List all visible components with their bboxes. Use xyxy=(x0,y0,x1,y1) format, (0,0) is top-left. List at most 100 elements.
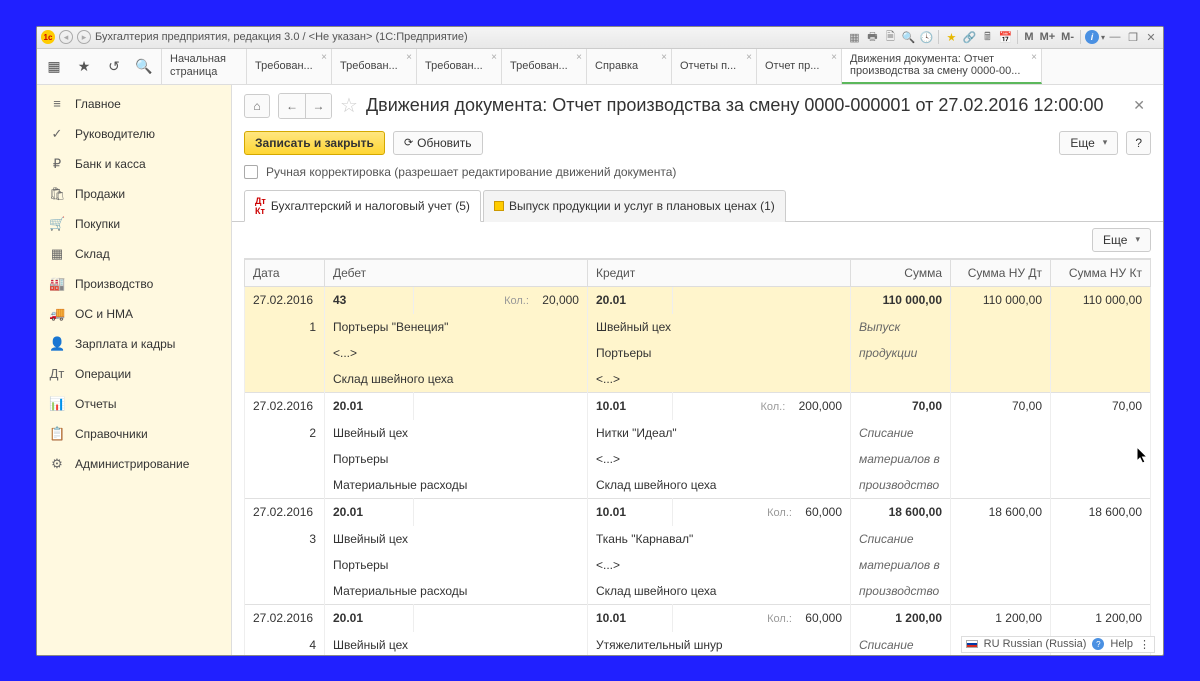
minimize-icon[interactable]: — xyxy=(1107,29,1123,45)
sidebar-label: Справочники xyxy=(75,427,148,441)
top-tab[interactable]: Справка× xyxy=(587,49,672,84)
nav-back-icon[interactable]: ◂ xyxy=(59,30,73,44)
sidebar-item[interactable]: 🛍Продажи xyxy=(37,179,231,209)
table-row[interactable]: 27.02.201620.0110.01Кол.: 200,00070,0070… xyxy=(245,392,1151,420)
table-row[interactable]: Материальные расходыСклад швейного цехап… xyxy=(245,578,1151,605)
tb-link-icon[interactable]: 🔗 xyxy=(961,29,977,45)
search-icon[interactable]: 🔍 xyxy=(135,57,153,75)
tb-calc-icon[interactable]: 🖩 xyxy=(979,29,995,45)
favorite-icon[interactable]: ★ xyxy=(75,57,93,75)
sidebar-item[interactable]: ДтОперации xyxy=(37,359,231,389)
close-window-icon[interactable]: ✕ xyxy=(1143,29,1159,45)
home-button[interactable]: ⌂ xyxy=(244,94,270,118)
info-dropdown-icon[interactable]: ▾ xyxy=(1101,33,1105,42)
nav-fwd-icon[interactable]: ▸ xyxy=(77,30,91,44)
sidebar-item[interactable]: ≡Главное xyxy=(37,89,231,119)
help-button[interactable]: ? xyxy=(1126,131,1151,155)
top-tab[interactable]: Требован...× xyxy=(502,49,587,84)
page-close-icon[interactable]: ✕ xyxy=(1127,97,1151,114)
table-row[interactable]: 27.02.201620.0110.01Кол.: 60,00018 600,0… xyxy=(245,498,1151,526)
tab-accounting[interactable]: ДтКт Бухгалтерский и налоговый учет (5) xyxy=(244,190,481,222)
sidebar-item[interactable]: 📋 Справочники xyxy=(37,419,231,449)
tab-label: Требован... xyxy=(425,60,493,73)
table-row[interactable]: 1Портьеры "Венеция"Швейный цехВыпуск xyxy=(245,314,1151,340)
sidebar-item[interactable]: 📊Отчеты xyxy=(37,389,231,419)
col-date[interactable]: Дата xyxy=(245,259,325,286)
top-tab[interactable]: Начальнаястраница xyxy=(162,49,247,84)
sidebar-item[interactable]: ⚙Администрирование xyxy=(37,449,231,479)
sidebar-item[interactable]: ▦Склад xyxy=(37,239,231,269)
top-tab[interactable]: Требован...× xyxy=(332,49,417,84)
tab-close-icon[interactable]: × xyxy=(576,52,582,63)
favorite-star-icon[interactable]: ☆ xyxy=(340,93,358,118)
tb-mminus[interactable]: M- xyxy=(1059,31,1076,43)
tb-search-icon[interactable]: 🔍 xyxy=(900,29,916,45)
manual-edit-checkbox[interactable] xyxy=(244,165,258,179)
tb-m[interactable]: M xyxy=(1022,31,1035,43)
tab-close-icon[interactable]: × xyxy=(491,52,497,63)
sidebar-item[interactable]: 🏭Производство xyxy=(37,269,231,299)
table-row[interactable]: 2Швейный цехНитки "Идеал"Списание xyxy=(245,420,1151,446)
sidebar-label: Продажи xyxy=(75,187,125,201)
manual-edit-row: Ручная корректировка (разрешает редактир… xyxy=(232,159,1163,185)
apps-icon[interactable]: ▦ xyxy=(45,57,63,75)
table-row[interactable]: <...>Портьерыпродукции xyxy=(245,340,1151,366)
tab-output[interactable]: Выпуск продукции и услуг в плановых цена… xyxy=(483,190,786,222)
sidebar-icon: 📋 xyxy=(49,426,65,442)
tab-close-icon[interactable]: × xyxy=(661,52,667,63)
sidebar-item[interactable]: ✓Руководителю xyxy=(37,119,231,149)
table-row[interactable]: Портьеры<...>материалов в xyxy=(245,552,1151,578)
tab-close-icon[interactable]: × xyxy=(406,52,412,63)
table-row[interactable]: 3Швейный цехТкань "Карнавал"Списание xyxy=(245,526,1151,552)
sidebar-item[interactable]: ₽Банк и касса xyxy=(37,149,231,179)
sidebar-icon: ✓ xyxy=(49,126,65,142)
tab-label: Отчет пр... xyxy=(765,60,833,73)
tb-mplus[interactable]: M+ xyxy=(1038,31,1058,43)
sidebar-item[interactable]: 🛒Покупки xyxy=(37,209,231,239)
tb-star-icon[interactable]: ★ xyxy=(943,29,959,45)
tab-close-icon[interactable]: × xyxy=(831,52,837,63)
tb-cal-icon[interactable]: 📅 xyxy=(997,29,1013,45)
tab-close-icon[interactable]: × xyxy=(321,52,327,63)
save-close-button[interactable]: Записать и закрыть xyxy=(244,131,385,155)
col-sum[interactable]: Сумма xyxy=(851,259,951,286)
tab-close-icon[interactable]: × xyxy=(746,52,752,63)
col-debit[interactable]: Дебет xyxy=(325,259,588,286)
tab-label: Движения документа: Отчет xyxy=(850,53,1033,66)
grid-more-button[interactable]: Еще xyxy=(1092,228,1151,252)
top-tab[interactable]: Требован...× xyxy=(417,49,502,84)
top-tab[interactable]: Требован...× xyxy=(247,49,332,84)
col-credit[interactable]: Кредит xyxy=(587,259,850,286)
info-icon[interactable]: i xyxy=(1085,30,1099,44)
table-row[interactable]: Склад швейного цеха<...> xyxy=(245,366,1151,393)
grid-scroll[interactable]: Дата Дебет Кредит Сумма Сумма НУ Дт Сумм… xyxy=(244,258,1151,655)
table-row[interactable]: Портьеры<...>материалов в xyxy=(245,446,1151,472)
top-tab[interactable]: Отчет пр...× xyxy=(757,49,842,84)
top-tab[interactable]: Движения документа: Отчетпроизводства за… xyxy=(842,49,1042,84)
table-row[interactable]: 27.02.201643Кол.: 20,00020.01110 000,001… xyxy=(245,286,1151,314)
table-row[interactable]: 27.02.201620.0110.01Кол.: 60,0001 200,00… xyxy=(245,604,1151,632)
refresh-button[interactable]: ⟳ Обновить xyxy=(393,131,483,155)
col-nukt[interactable]: Сумма НУ Кт xyxy=(1051,259,1151,286)
sidebar-item[interactable]: 👤Зарплата и кадры xyxy=(37,329,231,359)
table-row[interactable]: Материальные расходыСклад швейного цехап… xyxy=(245,472,1151,499)
forward-button[interactable]: → xyxy=(305,94,331,118)
back-button[interactable]: ← xyxy=(279,94,305,118)
tb-grid-icon[interactable]: ▦ xyxy=(846,29,862,45)
lang-label[interactable]: RU Russian (Russia) xyxy=(984,638,1087,650)
status-help-icon[interactable]: ? xyxy=(1092,638,1104,650)
sidebar-label: ОС и НМА xyxy=(75,307,133,321)
tab-close-icon[interactable]: × xyxy=(1031,52,1037,63)
sidebar-label: Производство xyxy=(75,277,153,291)
tb-print-icon[interactable]: 🖶 xyxy=(864,29,880,45)
tb-doc-icon[interactable]: 🗎 xyxy=(882,29,898,45)
col-nudt[interactable]: Сумма НУ Дт xyxy=(951,259,1051,286)
status-help-label[interactable]: Help xyxy=(1110,638,1133,650)
sidebar-item[interactable]: 🚚ОС и НМА xyxy=(37,299,231,329)
tb-clock-icon[interactable]: 🕓 xyxy=(918,29,934,45)
more-button[interactable]: Еще xyxy=(1059,131,1118,155)
maximize-icon[interactable]: ❐ xyxy=(1125,29,1141,45)
history-icon[interactable]: ↺ xyxy=(105,57,123,75)
sidebar-icon: ▦ xyxy=(49,246,65,262)
top-tab[interactable]: Отчеты п...× xyxy=(672,49,757,84)
